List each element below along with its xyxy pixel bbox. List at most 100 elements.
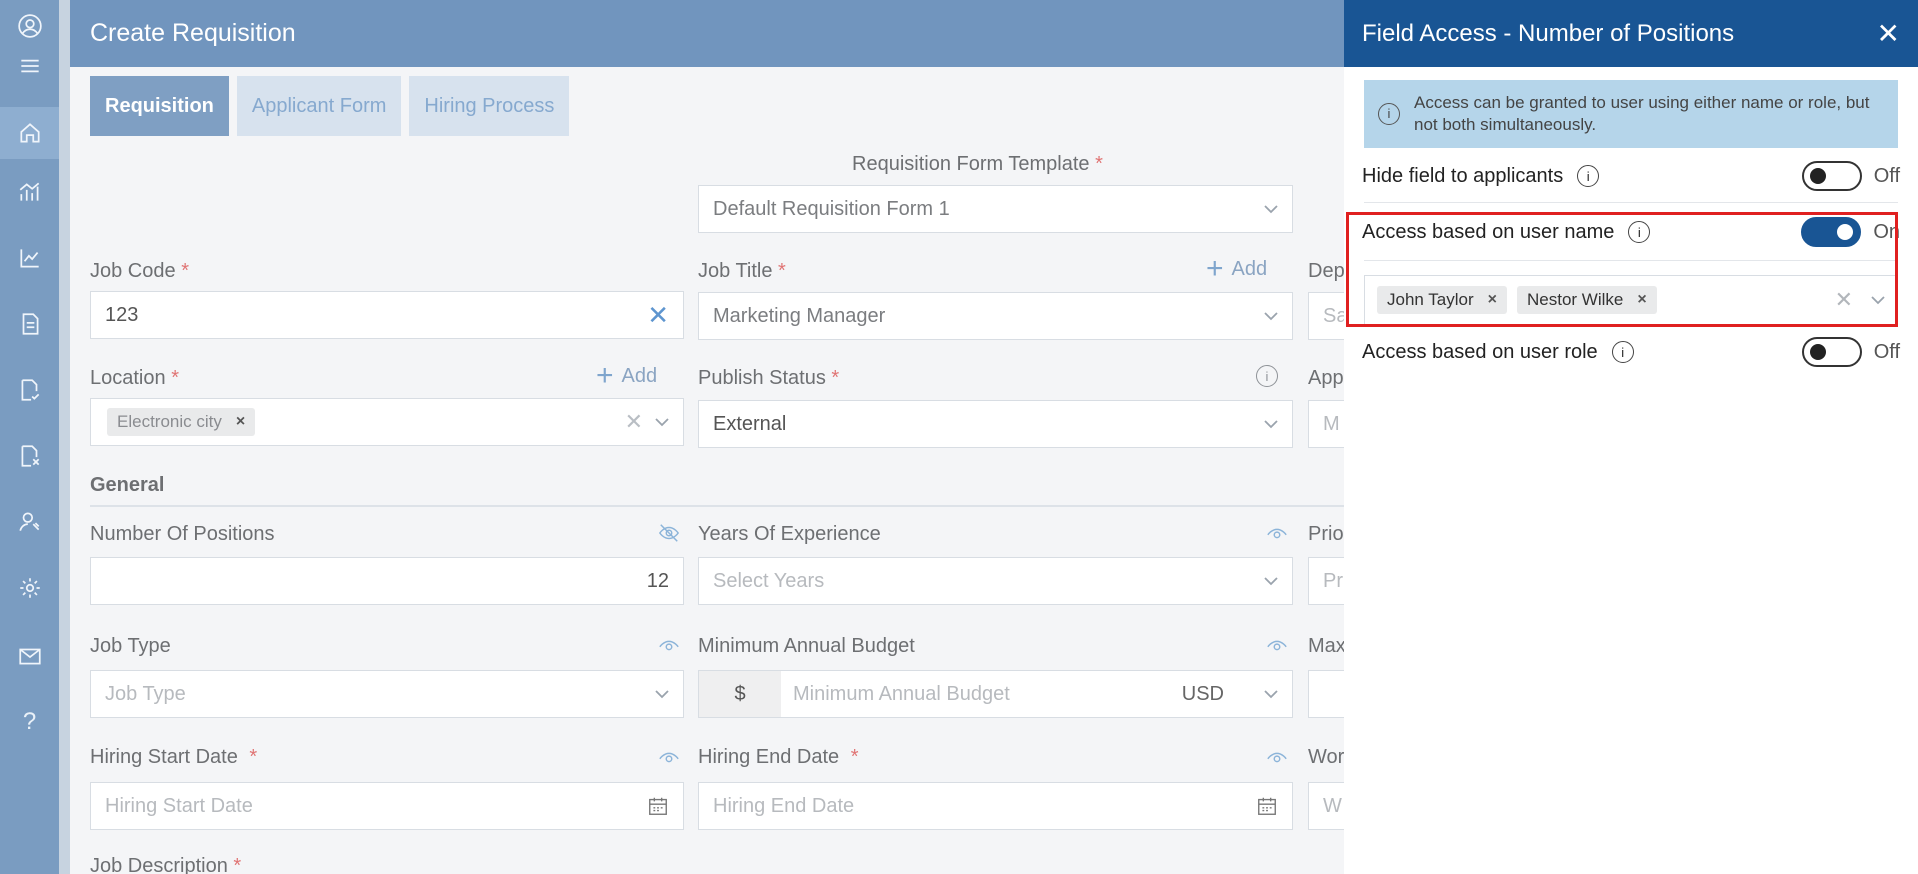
job-title-value: Marketing Manager [713, 304, 886, 327]
mail-icon[interactable] [0, 636, 59, 676]
template-value: Default Requisition Form 1 [713, 197, 950, 220]
info-box: i Access can be granted to user using ei… [1364, 80, 1898, 148]
department-label: Dep [1308, 260, 1345, 282]
section-divider [90, 505, 1350, 507]
hide-field-state: Off [1873, 164, 1900, 187]
job-title-label: Job Title * [698, 260, 786, 283]
line-chart-icon[interactable] [0, 238, 59, 278]
document-icon[interactable] [0, 304, 59, 344]
positions-input[interactable]: 12 [90, 557, 684, 605]
info-icon[interactable]: i [1611, 341, 1634, 363]
required-mark: * [831, 367, 840, 389]
user-avatar-icon[interactable] [0, 6, 59, 46]
end-date-input[interactable]: Hiring End Date [698, 782, 1293, 830]
page-header: Create Requisition [70, 0, 1350, 67]
user-name-access-toggle[interactable] [1801, 217, 1862, 247]
start-date-input[interactable]: Hiring Start Date [90, 782, 684, 830]
job-code-input[interactable]: 123 ✕ [90, 291, 684, 339]
clear-icon[interactable]: ✕ [1835, 287, 1853, 313]
add-label: Add [1231, 257, 1268, 280]
eye-icon[interactable] [1266, 522, 1288, 549]
location-select[interactable]: Electronic city × ✕ [90, 398, 684, 446]
plus-icon: + [1206, 252, 1224, 285]
user-role-access-toggle[interactable] [1801, 337, 1862, 367]
chevron-down-icon [655, 417, 669, 426]
user-chip-label: Nestor Wilke [1526, 290, 1624, 309]
start-date-placeholder: Hiring Start Date [105, 794, 253, 817]
work-placeholder: W [1323, 794, 1342, 817]
job-code-label: Job Code * [90, 260, 189, 283]
template-select[interactable]: Default Requisition Form 1 [698, 185, 1293, 233]
experience-placeholder: Select Years [713, 569, 825, 592]
publish-status-value: External [713, 412, 787, 435]
experience-select[interactable]: Select Years [698, 557, 1293, 605]
add-location-button[interactable]: + Add [596, 361, 657, 391]
document-check-icon[interactable] [0, 370, 59, 410]
row-divider [1364, 202, 1898, 203]
gear-icon[interactable] [0, 568, 59, 608]
template-label-text: Requisition Form Template [852, 153, 1090, 175]
publish-status-select[interactable]: External [698, 400, 1293, 448]
user-role-access-label: Access based on user role [1362, 340, 1598, 363]
clear-icon[interactable]: ✕ [647, 300, 669, 331]
left-nav-rail: ? [0, 0, 59, 874]
info-text: Access can be granted to user using eith… [1414, 92, 1870, 134]
analytics-icon[interactable] [0, 172, 59, 212]
user-role-access-row: Access based on user role i Off [1362, 328, 1900, 376]
chevron-down-icon [1264, 689, 1278, 698]
info-icon[interactable]: i [1577, 165, 1600, 187]
currency-code[interactable]: USD [1182, 683, 1224, 706]
start-date-label: Hiring Start Date * [90, 746, 257, 769]
end-date-label-text: Hiring End Date [698, 746, 840, 768]
remove-chip-icon[interactable]: × [1488, 291, 1497, 309]
chevron-down-icon [1264, 419, 1278, 428]
main-content: Create Requisition Requisition Applicant… [70, 0, 1350, 874]
eye-icon[interactable] [1266, 634, 1288, 661]
user-settings-icon[interactable] [0, 502, 59, 542]
row-divider [1364, 260, 1898, 261]
remove-chip-icon[interactable]: × [236, 413, 245, 431]
close-icon[interactable]: ✕ [1877, 17, 1900, 50]
user-name-access-row: Access based on user name i On [1362, 208, 1900, 256]
chevron-down-icon [1264, 576, 1278, 585]
tab-requisition[interactable]: Requisition [90, 76, 229, 136]
end-date-label: Hiring End Date * [698, 746, 859, 769]
eye-off-icon[interactable] [658, 522, 680, 549]
home-icon[interactable] [0, 107, 59, 159]
eye-icon[interactable] [658, 746, 680, 773]
user-multiselect[interactable]: John Taylor × Nestor Wilke × ✕ [1364, 275, 1898, 325]
menu-icon[interactable] [0, 46, 59, 86]
help-icon[interactable]: ? [0, 702, 59, 742]
add-job-title-button[interactable]: + Add [1206, 254, 1267, 284]
tab-applicant-form[interactable]: Applicant Form [236, 76, 402, 136]
min-budget-label: Minimum Annual Budget [698, 635, 915, 657]
calendar-icon[interactable] [647, 795, 669, 817]
priority-label: Prio [1308, 523, 1344, 545]
clear-icon[interactable]: ✕ [625, 409, 643, 435]
remove-chip-icon[interactable]: × [1637, 291, 1646, 309]
job-type-placeholder: Job Type [105, 682, 186, 705]
publish-status-label: Publish Status * [698, 367, 839, 390]
publish-status-label-text: Publish Status [698, 367, 826, 389]
info-icon[interactable]: i [1628, 221, 1651, 243]
panel-header: Field Access - Number of Positions ✕ [1344, 0, 1918, 67]
required-mark: * [233, 855, 242, 874]
eye-icon[interactable] [1266, 746, 1288, 773]
job-title-select[interactable]: Marketing Manager [698, 292, 1293, 340]
job-type-select[interactable]: Job Type [90, 670, 684, 718]
required-mark: * [249, 746, 258, 768]
job-description-label: Job Description * [90, 855, 241, 874]
toggle-knob [1809, 344, 1826, 360]
info-icon[interactable]: i [1256, 365, 1278, 387]
location-chip: Electronic city × [107, 408, 256, 436]
calendar-icon[interactable] [1256, 795, 1278, 817]
required-mark: * [171, 367, 179, 389]
document-cancel-icon[interactable] [0, 436, 59, 476]
template-label: Requisition Form Template * [852, 153, 1103, 176]
hide-field-toggle[interactable] [1801, 161, 1862, 191]
job-title-label-text: Job Title [698, 260, 773, 282]
required-mark: * [778, 260, 786, 282]
eye-icon[interactable] [658, 634, 680, 661]
tab-hiring-process[interactable]: Hiring Process [409, 76, 570, 136]
min-budget-input[interactable]: $ Minimum Annual Budget USD [698, 670, 1293, 718]
